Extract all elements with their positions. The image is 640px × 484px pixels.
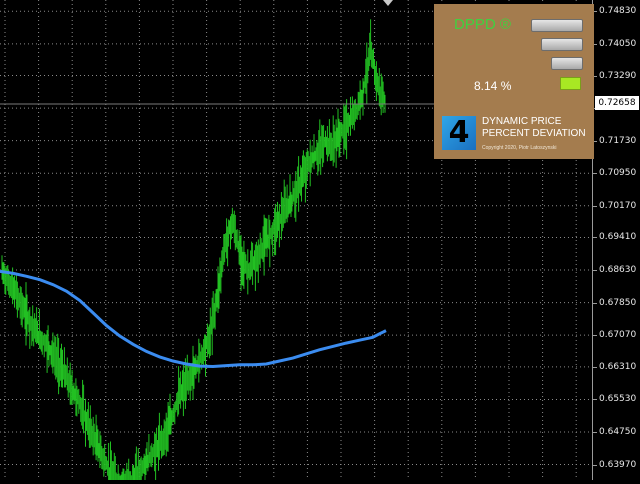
dppd-panel: DPPD ® 8.14 % 4 DYNAMIC PRICE PERCENT DE… [434, 4, 594, 159]
price-tick-mark [593, 270, 597, 272]
price-tick-mark [593, 335, 597, 337]
panel-button-2[interactable] [541, 38, 583, 51]
price-tick-label: 0.67850 [599, 297, 637, 308]
price-tick-label: 0.70170 [599, 200, 637, 211]
price-tick-mark [593, 464, 597, 466]
product-name-line2: PERCENT DEVIATION [482, 128, 586, 139]
price-tick-label: 0.68630 [599, 265, 637, 276]
price-tick-mark [593, 366, 597, 368]
price-tick-label: 0.63970 [599, 459, 637, 470]
price-tick-label: 0.73290 [599, 70, 637, 81]
price-tick-mark [593, 237, 597, 239]
percent-deviation-value: 8.14 % [474, 79, 512, 93]
price-tick-label: 0.64750 [599, 427, 637, 437]
panel-button-3[interactable] [551, 57, 583, 70]
price-tick-mark [593, 302, 597, 304]
price-tick-label: 0.70950 [599, 168, 637, 179]
price-tick-mark [593, 205, 597, 207]
product-name-line1: DYNAMIC PRICE [482, 116, 562, 127]
price-tick-label: 0.65530 [599, 394, 637, 405]
price-tick-label: 0.74050 [599, 38, 637, 49]
price-tick-label: 0.71730 [599, 135, 637, 146]
chart-shift-triangle-icon[interactable] [383, 0, 393, 6]
current-price-label: 0.72658 [595, 96, 639, 110]
price-tick-label: 0.67070 [599, 330, 637, 341]
price-scale[interactable]: 0.748300.740500.732900.725100.717300.709… [592, 0, 640, 480]
price-tick-label: 0.66310 [599, 361, 637, 372]
price-series [1, 19, 386, 484]
copyright-text: Copyright 2020, Piotr Latoszynski [482, 145, 557, 151]
status-indicator-icon [560, 77, 581, 90]
price-tick-mark [593, 173, 597, 175]
price-tick-mark [593, 399, 597, 401]
panel-button-1[interactable] [531, 19, 583, 32]
price-tick-mark [593, 432, 597, 433]
logo-4-icon: 4 [442, 116, 476, 150]
panel-title: DPPD ® [454, 16, 511, 33]
price-tick-label: 0.69410 [599, 232, 637, 243]
logo-digit: 4 [448, 115, 470, 150]
price-tick-label: 0.74830 [599, 6, 637, 17]
